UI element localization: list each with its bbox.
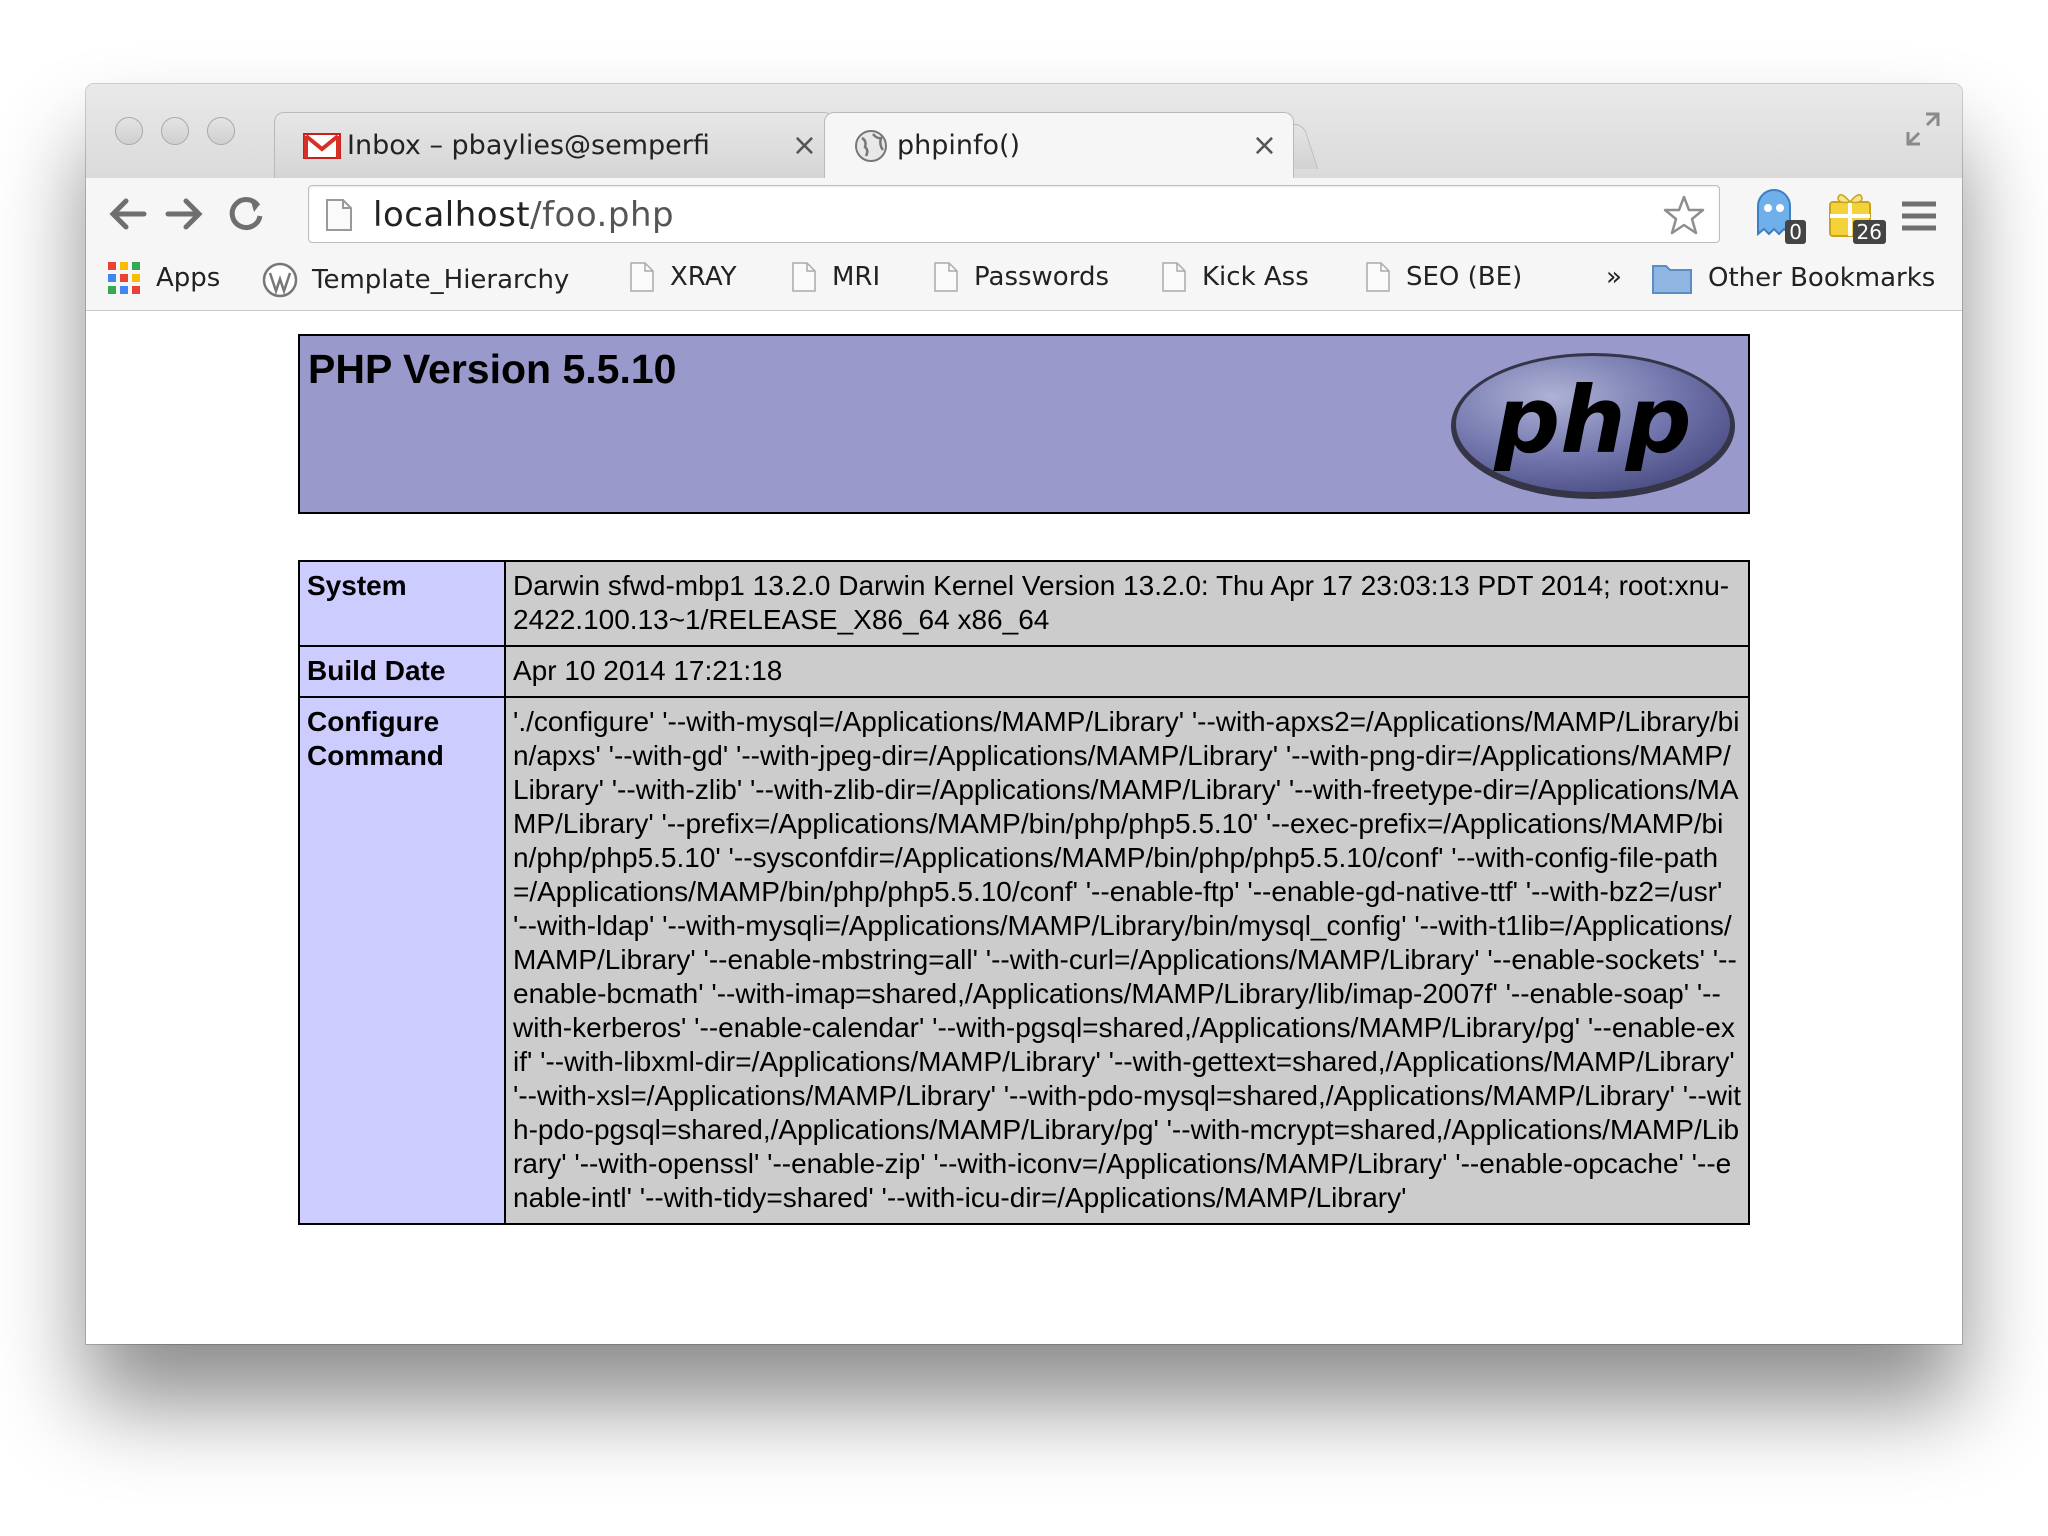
bookmark-label: Template_Hierarchy	[312, 265, 570, 295]
table-row: Configure Command './configure' '--with-…	[298, 696, 1750, 1225]
info-table: System Darwin sfwd-mbp1 13.2.0 Darwin Ke…	[298, 560, 1750, 1225]
minimize-window-button[interactable]	[161, 117, 189, 145]
forward-arrow-icon[interactable]	[162, 192, 206, 236]
menu-icon[interactable]	[1900, 200, 1938, 232]
url-host: localhost	[373, 195, 531, 235]
globe-icon	[855, 129, 887, 162]
wordpress-icon	[262, 262, 298, 298]
bookmark-label: SEO (BE)	[1406, 262, 1523, 292]
page-icon	[934, 262, 958, 292]
page-icon	[1366, 262, 1390, 292]
bookmark-label: XRAY	[670, 262, 737, 292]
bookmarks-bar: Apps Template_Hierarchy XRAY MRI Passwor…	[86, 248, 1962, 311]
extension-badge: 26	[1852, 220, 1886, 244]
php-version-header: PHP Version 5.5.10 php	[298, 334, 1750, 514]
bookmark-label: Apps	[156, 263, 221, 293]
browser-toolbar: localhost/foo.php 0 26	[86, 178, 1962, 248]
url-path: /foo.php	[530, 195, 675, 235]
title-bar: Inbox – pbaylies@semperfi × phpinfo() ×	[86, 84, 1962, 178]
page-content: PHP Version 5.5.10 php System Darwin sfw…	[86, 311, 1962, 1344]
close-tab-icon[interactable]: ×	[1252, 128, 1277, 163]
row-key: Configure Command	[298, 696, 506, 1225]
tab-phpinfo[interactable]: phpinfo() ×	[824, 112, 1294, 178]
zoom-window-button[interactable]	[207, 117, 235, 145]
chevron-double-right-icon: »	[1606, 262, 1622, 292]
folder-icon	[1652, 265, 1692, 294]
page-icon	[630, 262, 654, 292]
bookmark-mri[interactable]: MRI	[792, 262, 880, 292]
bookmark-label: Kick Ass	[1202, 262, 1309, 292]
tab-label: Inbox – pbaylies@semperfi	[347, 130, 710, 161]
extension-badge: 0	[1785, 220, 1806, 244]
tab-inbox[interactable]: Inbox – pbaylies@semperfi ×	[274, 112, 834, 178]
bookmark-xray[interactable]: XRAY	[630, 262, 736, 292]
page-icon	[326, 199, 352, 231]
gmail-icon	[303, 132, 341, 159]
row-value: Darwin sfwd-mbp1 13.2.0 Darwin Kernel Ve…	[504, 560, 1750, 647]
row-value: Apr 10 2014 17:21:18	[504, 645, 1750, 698]
bookmark-template-hierarchy[interactable]: Template_Hierarchy	[262, 262, 569, 298]
reload-icon[interactable]	[224, 192, 268, 236]
bookmark-apps[interactable]: Apps	[108, 262, 220, 294]
bookmarks-overflow-button[interactable]: »	[1606, 262, 1622, 292]
row-value: './configure' '--with-mysql=/Application…	[504, 696, 1750, 1225]
bookmark-kick-ass[interactable]: Kick Ass	[1162, 262, 1309, 292]
page-title: PHP Version 5.5.10	[308, 346, 677, 392]
row-key: System	[298, 560, 506, 647]
bookmark-seo-be[interactable]: SEO (BE)	[1366, 262, 1522, 292]
bookmark-label: Passwords	[974, 262, 1109, 292]
php-logo[interactable]: php	[1448, 350, 1738, 502]
row-key: Build Date	[298, 645, 506, 698]
page-icon	[792, 262, 816, 292]
close-tab-icon[interactable]: ×	[792, 128, 817, 163]
bookmark-label: MRI	[832, 262, 881, 292]
browser-window: Inbox – pbaylies@semperfi × phpinfo() ×	[86, 84, 1962, 1344]
back-arrow-icon[interactable]	[106, 192, 150, 236]
url-text[interactable]: localhost/foo.php	[373, 195, 674, 235]
ghost-extension-icon[interactable]: 0	[1748, 186, 1806, 244]
tab-label: phpinfo()	[897, 130, 1021, 161]
apps-grid-icon	[108, 262, 140, 294]
page-icon	[1162, 262, 1186, 292]
table-row: Build Date Apr 10 2014 17:21:18	[298, 645, 1750, 698]
bookmark-other-bookmarks[interactable]: Other Bookmarks	[1652, 262, 1935, 294]
bookmark-label: Other Bookmarks	[1708, 263, 1936, 293]
bookmark-star-icon[interactable]	[1663, 194, 1705, 236]
fullscreen-icon[interactable]	[1904, 110, 1942, 148]
address-bar[interactable]: localhost/foo.php	[308, 185, 1720, 243]
close-window-button[interactable]	[115, 117, 143, 145]
php-logo-text: php	[1493, 367, 1691, 474]
bookmark-passwords[interactable]: Passwords	[934, 262, 1109, 292]
gift-extension-icon[interactable]: 26	[1822, 186, 1886, 244]
table-row: System Darwin sfwd-mbp1 13.2.0 Darwin Ke…	[298, 560, 1750, 647]
